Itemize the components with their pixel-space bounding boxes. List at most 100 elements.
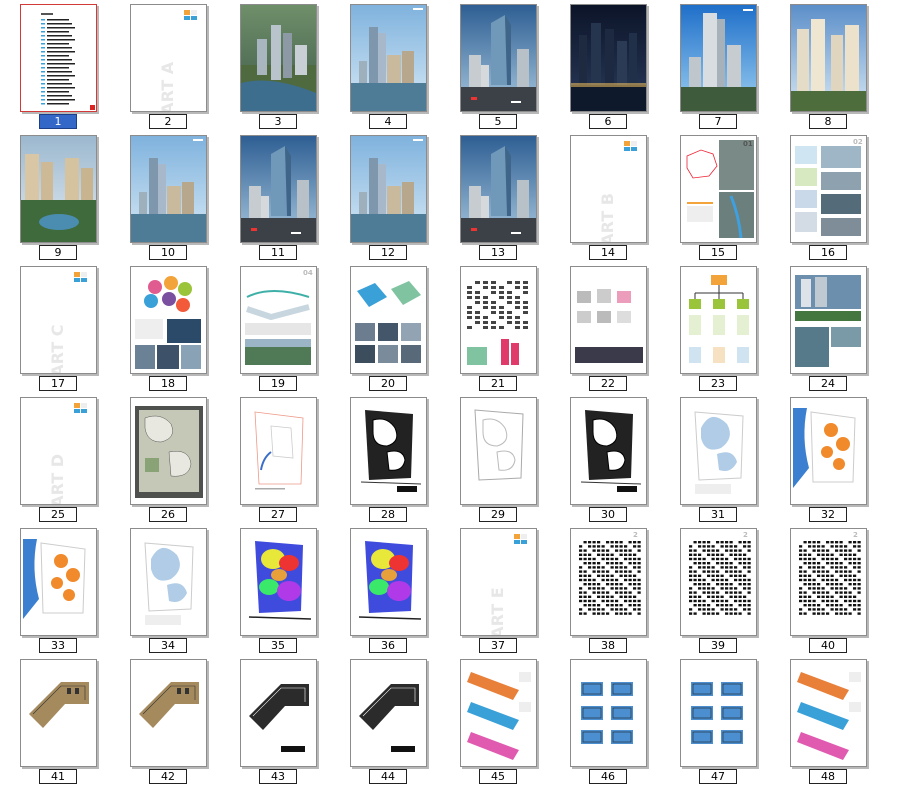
page-thumbnail[interactable]: 10 bbox=[111, 132, 221, 263]
page-preview-image[interactable] bbox=[790, 266, 867, 374]
page-thumbnail[interactable]: 6 bbox=[551, 1, 661, 132]
page-preview-image[interactable]: PART D bbox=[20, 397, 97, 505]
page-thumbnail[interactable]: 2 40 bbox=[771, 525, 881, 656]
page-preview-image[interactable] bbox=[570, 266, 647, 374]
page-thumbnail[interactable]: 45 bbox=[441, 656, 551, 787]
page-thumbnail[interactable]: 27 bbox=[221, 394, 331, 525]
page-thumbnail[interactable]: 35 bbox=[221, 525, 331, 656]
page-thumbnail[interactable]: 02 16 bbox=[771, 132, 881, 263]
page-thumbnail[interactable]: 4 bbox=[331, 1, 441, 132]
page-preview-image[interactable] bbox=[460, 266, 537, 374]
page-preview-image[interactable] bbox=[680, 4, 757, 112]
page-thumbnail[interactable]: 04 19 bbox=[221, 263, 331, 394]
page-preview-image[interactable] bbox=[350, 135, 427, 243]
page-preview-image[interactable] bbox=[680, 659, 757, 767]
page-thumbnail[interactable]: 36 bbox=[331, 525, 441, 656]
page-thumbnail[interactable]: 34 bbox=[111, 525, 221, 656]
page-thumbnail[interactable]: 41 bbox=[1, 656, 111, 787]
page-thumbnail[interactable]: 12 bbox=[331, 132, 441, 263]
page-preview-image[interactable] bbox=[20, 659, 97, 767]
page-preview-image[interactable] bbox=[350, 528, 427, 636]
page-thumbnail[interactable]: 48 bbox=[771, 656, 881, 787]
page-thumbnail[interactable]: 47 bbox=[661, 656, 771, 787]
page-preview-image[interactable] bbox=[570, 397, 647, 505]
page-preview-image[interactable] bbox=[460, 659, 537, 767]
page-preview-image[interactable] bbox=[240, 659, 317, 767]
page-thumbnail[interactable]: 11 bbox=[221, 132, 331, 263]
page-thumbnail[interactable]: PART C 17 bbox=[1, 263, 111, 394]
page-preview-image[interactable]: PART B bbox=[570, 135, 647, 243]
page-thumbnail[interactable]: 7 bbox=[661, 1, 771, 132]
page-preview-image[interactable] bbox=[570, 659, 647, 767]
page-preview-image[interactable] bbox=[790, 397, 867, 505]
page-number-label: 29 bbox=[479, 507, 517, 522]
page-thumbnail[interactable]: 43 bbox=[221, 656, 331, 787]
page-preview-image[interactable] bbox=[460, 135, 537, 243]
page-preview-image[interactable] bbox=[790, 659, 867, 767]
page-number-label: 24 bbox=[809, 376, 847, 391]
page-thumbnail[interactable]: 24 bbox=[771, 263, 881, 394]
page-preview-image[interactable] bbox=[460, 4, 537, 112]
page-thumbnail[interactable]: PART A 2 bbox=[111, 1, 221, 132]
page-preview-image[interactable] bbox=[350, 659, 427, 767]
page-preview-image[interactable] bbox=[130, 135, 207, 243]
page-thumbnail[interactable]: 29 bbox=[441, 394, 551, 525]
page-thumbnail[interactable]: 23 bbox=[661, 263, 771, 394]
page-preview-image[interactable] bbox=[130, 397, 207, 505]
page-preview-image[interactable] bbox=[20, 135, 97, 243]
page-preview-image[interactable] bbox=[680, 266, 757, 374]
page-preview-image[interactable] bbox=[350, 397, 427, 505]
page-preview-image[interactable]: PART A bbox=[130, 4, 207, 112]
page-thumbnail[interactable]: 9 bbox=[1, 132, 111, 263]
page-thumbnail[interactable]: PART D 25 bbox=[1, 394, 111, 525]
page-thumbnail[interactable]: 46 bbox=[551, 656, 661, 787]
page-preview-image[interactable] bbox=[350, 266, 427, 374]
page-thumbnail[interactable]: 28 bbox=[331, 394, 441, 525]
page-preview-image[interactable] bbox=[350, 4, 427, 112]
page-thumbnail[interactable]: PART E 37 bbox=[441, 525, 551, 656]
page-thumbnail[interactable]: 32 bbox=[771, 394, 881, 525]
page-thumbnail[interactable]: 3 bbox=[221, 1, 331, 132]
page-thumbnail[interactable]: 1 bbox=[1, 1, 111, 132]
page-preview-image[interactable] bbox=[240, 4, 317, 112]
page-thumbnail[interactable]: 33 bbox=[1, 525, 111, 656]
page-thumbnail[interactable]: 2 38 bbox=[551, 525, 661, 656]
page-preview-image[interactable]: 04 bbox=[240, 266, 317, 374]
page-thumbnail[interactable]: 26 bbox=[111, 394, 221, 525]
page-thumbnail[interactable]: 30 bbox=[551, 394, 661, 525]
page-thumbnail[interactable]: 18 bbox=[111, 263, 221, 394]
page-preview-image[interactable]: 2 bbox=[570, 528, 647, 636]
page-thumbnail[interactable]: 2 39 bbox=[661, 525, 771, 656]
page-preview-image[interactable] bbox=[570, 4, 647, 112]
page-preview-image[interactable] bbox=[130, 266, 207, 374]
page-preview-image[interactable]: 01 bbox=[680, 135, 757, 243]
page-preview-image[interactable]: 2 bbox=[680, 528, 757, 636]
page-number-label: 20 bbox=[369, 376, 407, 391]
page-thumbnail[interactable]: PART B 14 bbox=[551, 132, 661, 263]
page-preview-image[interactable]: 02 bbox=[790, 135, 867, 243]
page-preview-image[interactable] bbox=[240, 135, 317, 243]
page-thumbnail[interactable]: 8 bbox=[771, 1, 881, 132]
page-thumbnail[interactable]: 20 bbox=[331, 263, 441, 394]
page-preview-image[interactable]: 2 bbox=[790, 528, 867, 636]
page-preview-image[interactable] bbox=[790, 4, 867, 112]
page-preview-image[interactable] bbox=[130, 659, 207, 767]
page-thumbnail[interactable]: 44 bbox=[331, 656, 441, 787]
page-thumbnail[interactable]: 31 bbox=[661, 394, 771, 525]
page-thumbnail[interactable]: 22 bbox=[551, 263, 661, 394]
page-preview-image[interactable] bbox=[20, 4, 97, 112]
page-preview-image[interactable] bbox=[460, 397, 537, 505]
page-preview-image[interactable] bbox=[240, 397, 317, 505]
page-preview-image[interactable]: PART C bbox=[20, 266, 97, 374]
page-preview-image[interactable] bbox=[240, 528, 317, 636]
page-preview-image[interactable] bbox=[680, 397, 757, 505]
page-preview-image[interactable]: PART E bbox=[460, 528, 537, 636]
page-number-label: 23 bbox=[699, 376, 737, 391]
page-thumbnail[interactable]: 01 15 bbox=[661, 132, 771, 263]
page-thumbnail[interactable]: 13 bbox=[441, 132, 551, 263]
page-preview-image[interactable] bbox=[20, 528, 97, 636]
page-preview-image[interactable] bbox=[130, 528, 207, 636]
page-thumbnail[interactable]: 42 bbox=[111, 656, 221, 787]
page-thumbnail[interactable]: 21 bbox=[441, 263, 551, 394]
page-thumbnail[interactable]: 5 bbox=[441, 1, 551, 132]
